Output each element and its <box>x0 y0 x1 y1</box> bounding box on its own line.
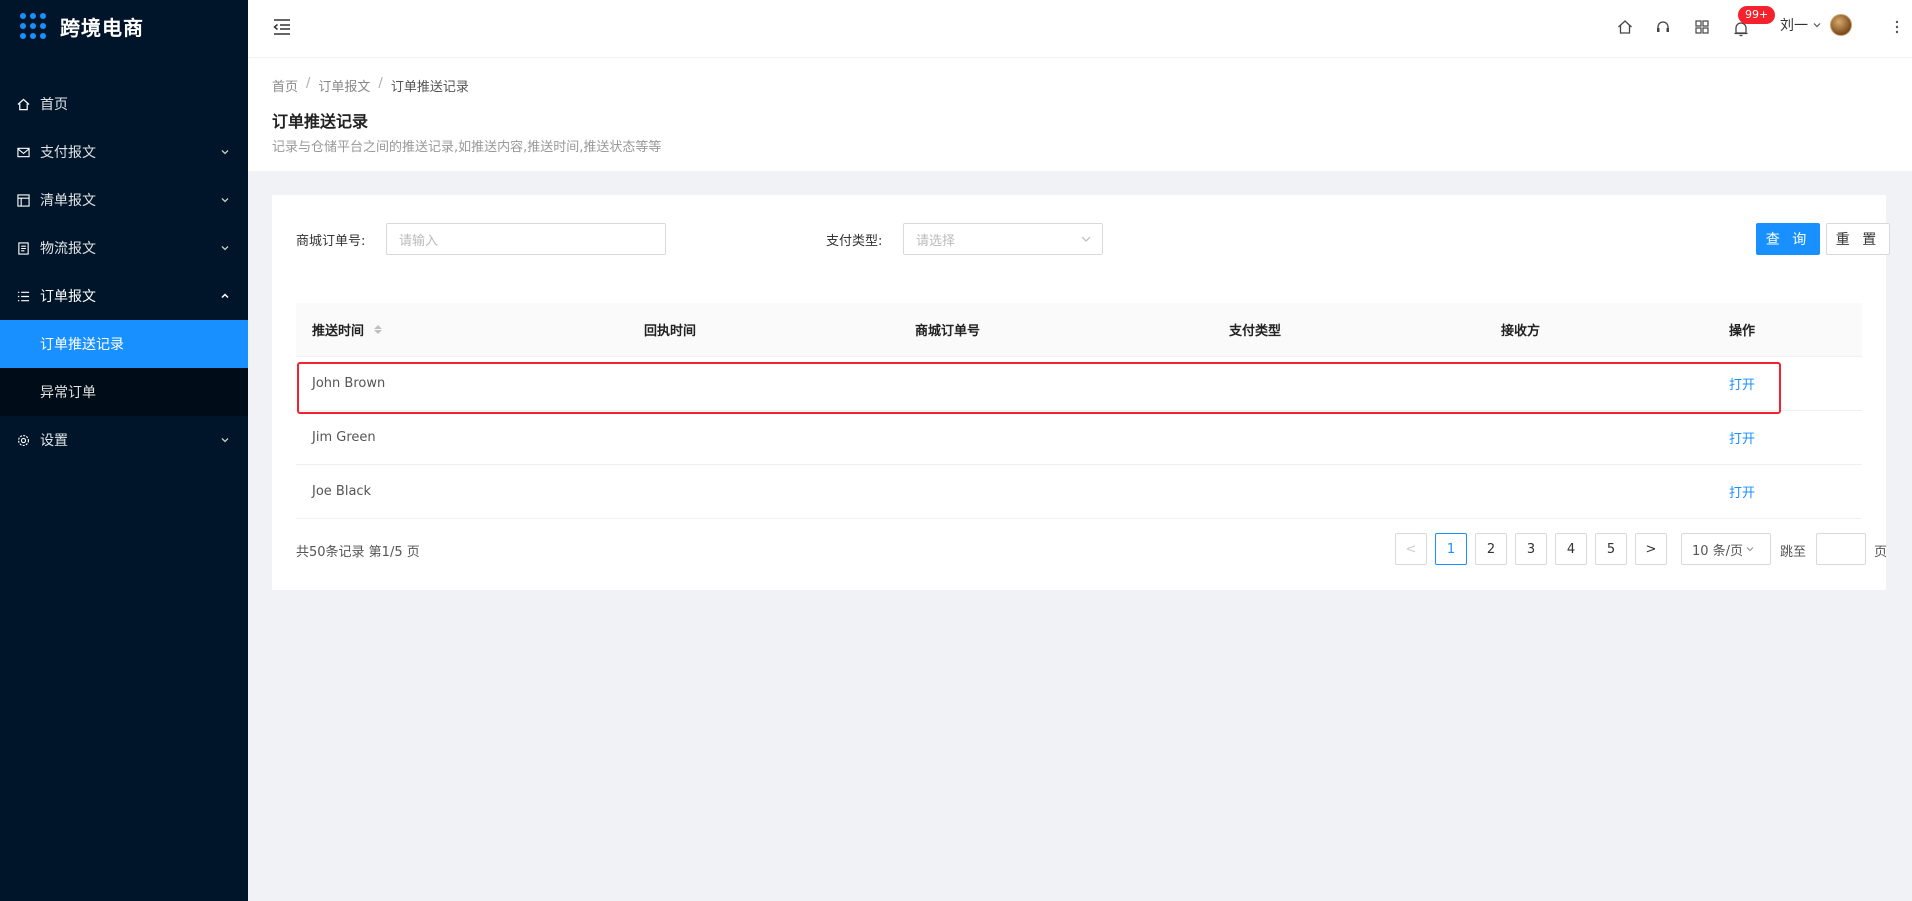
order-number-input[interactable]: 请输入 <box>386 223 666 255</box>
jump-label: 跳至 <box>1780 545 1807 560</box>
sort-icon[interactable] <box>374 325 383 334</box>
page-button-4[interactable]: 4 <box>1555 533 1587 565</box>
search-form: 商城订单号: 请输入 支付类型: 请选择 查 询 重 置 <box>296 223 1890 255</box>
sidebar-item-label: 订单报文 <box>40 289 96 305</box>
document-icon <box>16 241 30 255</box>
table-row: Jim Green 打开 <box>296 411 1862 465</box>
page-button-5[interactable]: 5 <box>1595 533 1627 565</box>
total-records-text: 共50条记录 第1/5 页 <box>296 545 420 560</box>
chevron-down-icon <box>220 147 230 157</box>
order-number-placeholder: 请输入 <box>399 233 439 249</box>
payment-type-placeholder: 请选择 <box>916 233 956 249</box>
page-unit-label: 页 <box>1874 545 1888 560</box>
page-button-1[interactable]: 1 <box>1435 533 1467 565</box>
apps-icon[interactable] <box>1693 18 1711 36</box>
push-time-cell: Joe Black <box>312 484 372 499</box>
notification-badge: 99+ <box>1738 6 1776 24</box>
chevron-down-icon <box>1812 20 1822 30</box>
avatar[interactable] <box>1830 14 1852 36</box>
gear-icon <box>16 433 30 447</box>
next-page-button[interactable]: > <box>1635 533 1667 565</box>
page-size-value: 10 条/页 <box>1692 543 1744 559</box>
sidebar-item-logistics[interactable]: 物流报文 <box>0 224 248 272</box>
sidebar-menu: 首页 支付报文 清单报文 物流报文 订单报文 订单推送记录 异常订单 设置 <box>0 80 248 464</box>
breadcrumb: 首页 / 订单报文 / 订单推送记录 <box>272 76 469 95</box>
sidebar-item-manifest[interactable]: 清单报文 <box>0 176 248 224</box>
payment-type-label: 支付类型: <box>826 234 883 249</box>
push-time-cell: Jim Green <box>312 430 376 445</box>
apps-logo-icon <box>20 13 46 39</box>
chevron-down-icon <box>220 195 230 205</box>
column-header-receiver: 接收方 <box>1501 324 1541 339</box>
list-icon <box>16 289 30 303</box>
order-number-label: 商城订单号: <box>296 234 366 249</box>
chevron-down-icon <box>1745 544 1755 554</box>
headset-icon[interactable] <box>1654 18 1672 36</box>
sidebar-item-label: 异常订单 <box>40 385 96 401</box>
query-button[interactable]: 查 询 <box>1756 223 1820 255</box>
sidebar-item-label: 物流报文 <box>40 241 96 257</box>
push-time-cell: John Brown <box>312 376 386 391</box>
order-submenu: 订单推送记录 异常订单 <box>0 320 248 416</box>
breadcrumb-home[interactable]: 首页 <box>272 76 298 95</box>
breadcrumb-separator: / <box>306 76 311 91</box>
menu-fold-icon[interactable] <box>272 18 292 36</box>
column-header-action: 操作 <box>1729 324 1756 339</box>
sidebar-item-settings[interactable]: 设置 <box>0 416 248 464</box>
sidebar: 跨境电商 首页 支付报文 清单报文 物流报文 订单报文 订单推送记录 异常订单 … <box>0 0 248 901</box>
sidebar-item-order[interactable]: 订单报文 <box>0 272 248 320</box>
page-size-select[interactable]: 10 条/页 <box>1681 533 1771 565</box>
column-header-payment-type: 支付类型 <box>1229 324 1282 339</box>
table-row: Joe Black 打开 <box>296 465 1862 519</box>
sidebar-item-abnormal-orders[interactable]: 异常订单 <box>0 368 248 416</box>
sidebar-item-home[interactable]: 首页 <box>0 80 248 128</box>
sidebar-item-label: 支付报文 <box>40 145 96 161</box>
page-button-2[interactable]: 2 <box>1475 533 1507 565</box>
open-link[interactable]: 打开 <box>1729 357 1755 410</box>
layout-icon <box>16 193 30 207</box>
chevron-down-icon <box>220 435 230 445</box>
column-header-push-time[interactable]: 推送时间 <box>312 303 383 356</box>
breadcrumb-order-message[interactable]: 订单报文 <box>318 76 370 95</box>
pagination: 共50条记录 第1/5 页 < 1 2 3 4 5 > 10 条/页 跳至 页 <box>296 533 1887 565</box>
table-row: John Brown 打开 <box>296 357 1862 411</box>
content-card: 商城订单号: 请输入 支付类型: 请选择 查 询 重 置 推送时间 回执时间 商… <box>272 195 1890 590</box>
user-name: 刘一 <box>1780 18 1808 34</box>
page-description: 记录与仓储平台之间的推送记录,如推送内容,推送时间,推送状态等等 <box>272 140 662 155</box>
sidebar-item-label: 设置 <box>40 433 68 449</box>
breadcrumb-current: 订单推送记录 <box>390 80 469 95</box>
reset-button[interactable]: 重 置 <box>1826 223 1890 255</box>
home-icon <box>16 97 30 111</box>
chevron-down-icon <box>1080 233 1092 245</box>
sidebar-item-payment[interactable]: 支付报文 <box>0 128 248 176</box>
more-vertical-icon[interactable] <box>1888 18 1906 36</box>
prev-page-button[interactable]: < <box>1395 533 1427 565</box>
records-table: 推送时间 回执时间 商城订单号 支付类型 接收方 操作 John Brown 打… <box>296 303 1862 519</box>
column-header-order-number: 商城订单号 <box>915 324 981 339</box>
breadcrumb-separator: / <box>378 76 383 91</box>
table-header: 推送时间 回执时间 商城订单号 支付类型 接收方 操作 <box>296 303 1862 357</box>
page-title: 订单推送记录 <box>272 112 369 131</box>
chevron-down-icon <box>220 243 230 253</box>
column-header-receipt-time: 回执时间 <box>644 324 697 339</box>
home-icon[interactable] <box>1616 18 1634 36</box>
column-label: 推送时间 <box>312 324 365 339</box>
sidebar-item-label: 清单报文 <box>40 193 96 209</box>
sidebar-item-order-push-records[interactable]: 订单推送记录 <box>0 320 248 368</box>
payment-type-select[interactable]: 请选择 <box>903 223 1103 255</box>
logo[interactable]: 跨境电商 <box>0 0 248 52</box>
open-link[interactable]: 打开 <box>1729 465 1755 518</box>
jump-page-input[interactable] <box>1816 533 1866 565</box>
sidebar-item-label: 订单推送记录 <box>40 337 124 353</box>
page-button-3[interactable]: 3 <box>1515 533 1547 565</box>
open-link[interactable]: 打开 <box>1729 411 1755 464</box>
chevron-up-icon <box>220 291 230 301</box>
app-title: 跨境电商 <box>60 15 144 40</box>
page-header: 首页 / 订单报文 / 订单推送记录 订单推送记录 记录与仓储平台之间的推送记录… <box>248 58 1912 171</box>
top-header: 99+ 刘一 <box>248 0 1912 58</box>
sidebar-item-label: 首页 <box>40 97 68 113</box>
user-menu[interactable]: 刘一 <box>1780 14 1852 36</box>
mail-icon <box>16 145 30 159</box>
